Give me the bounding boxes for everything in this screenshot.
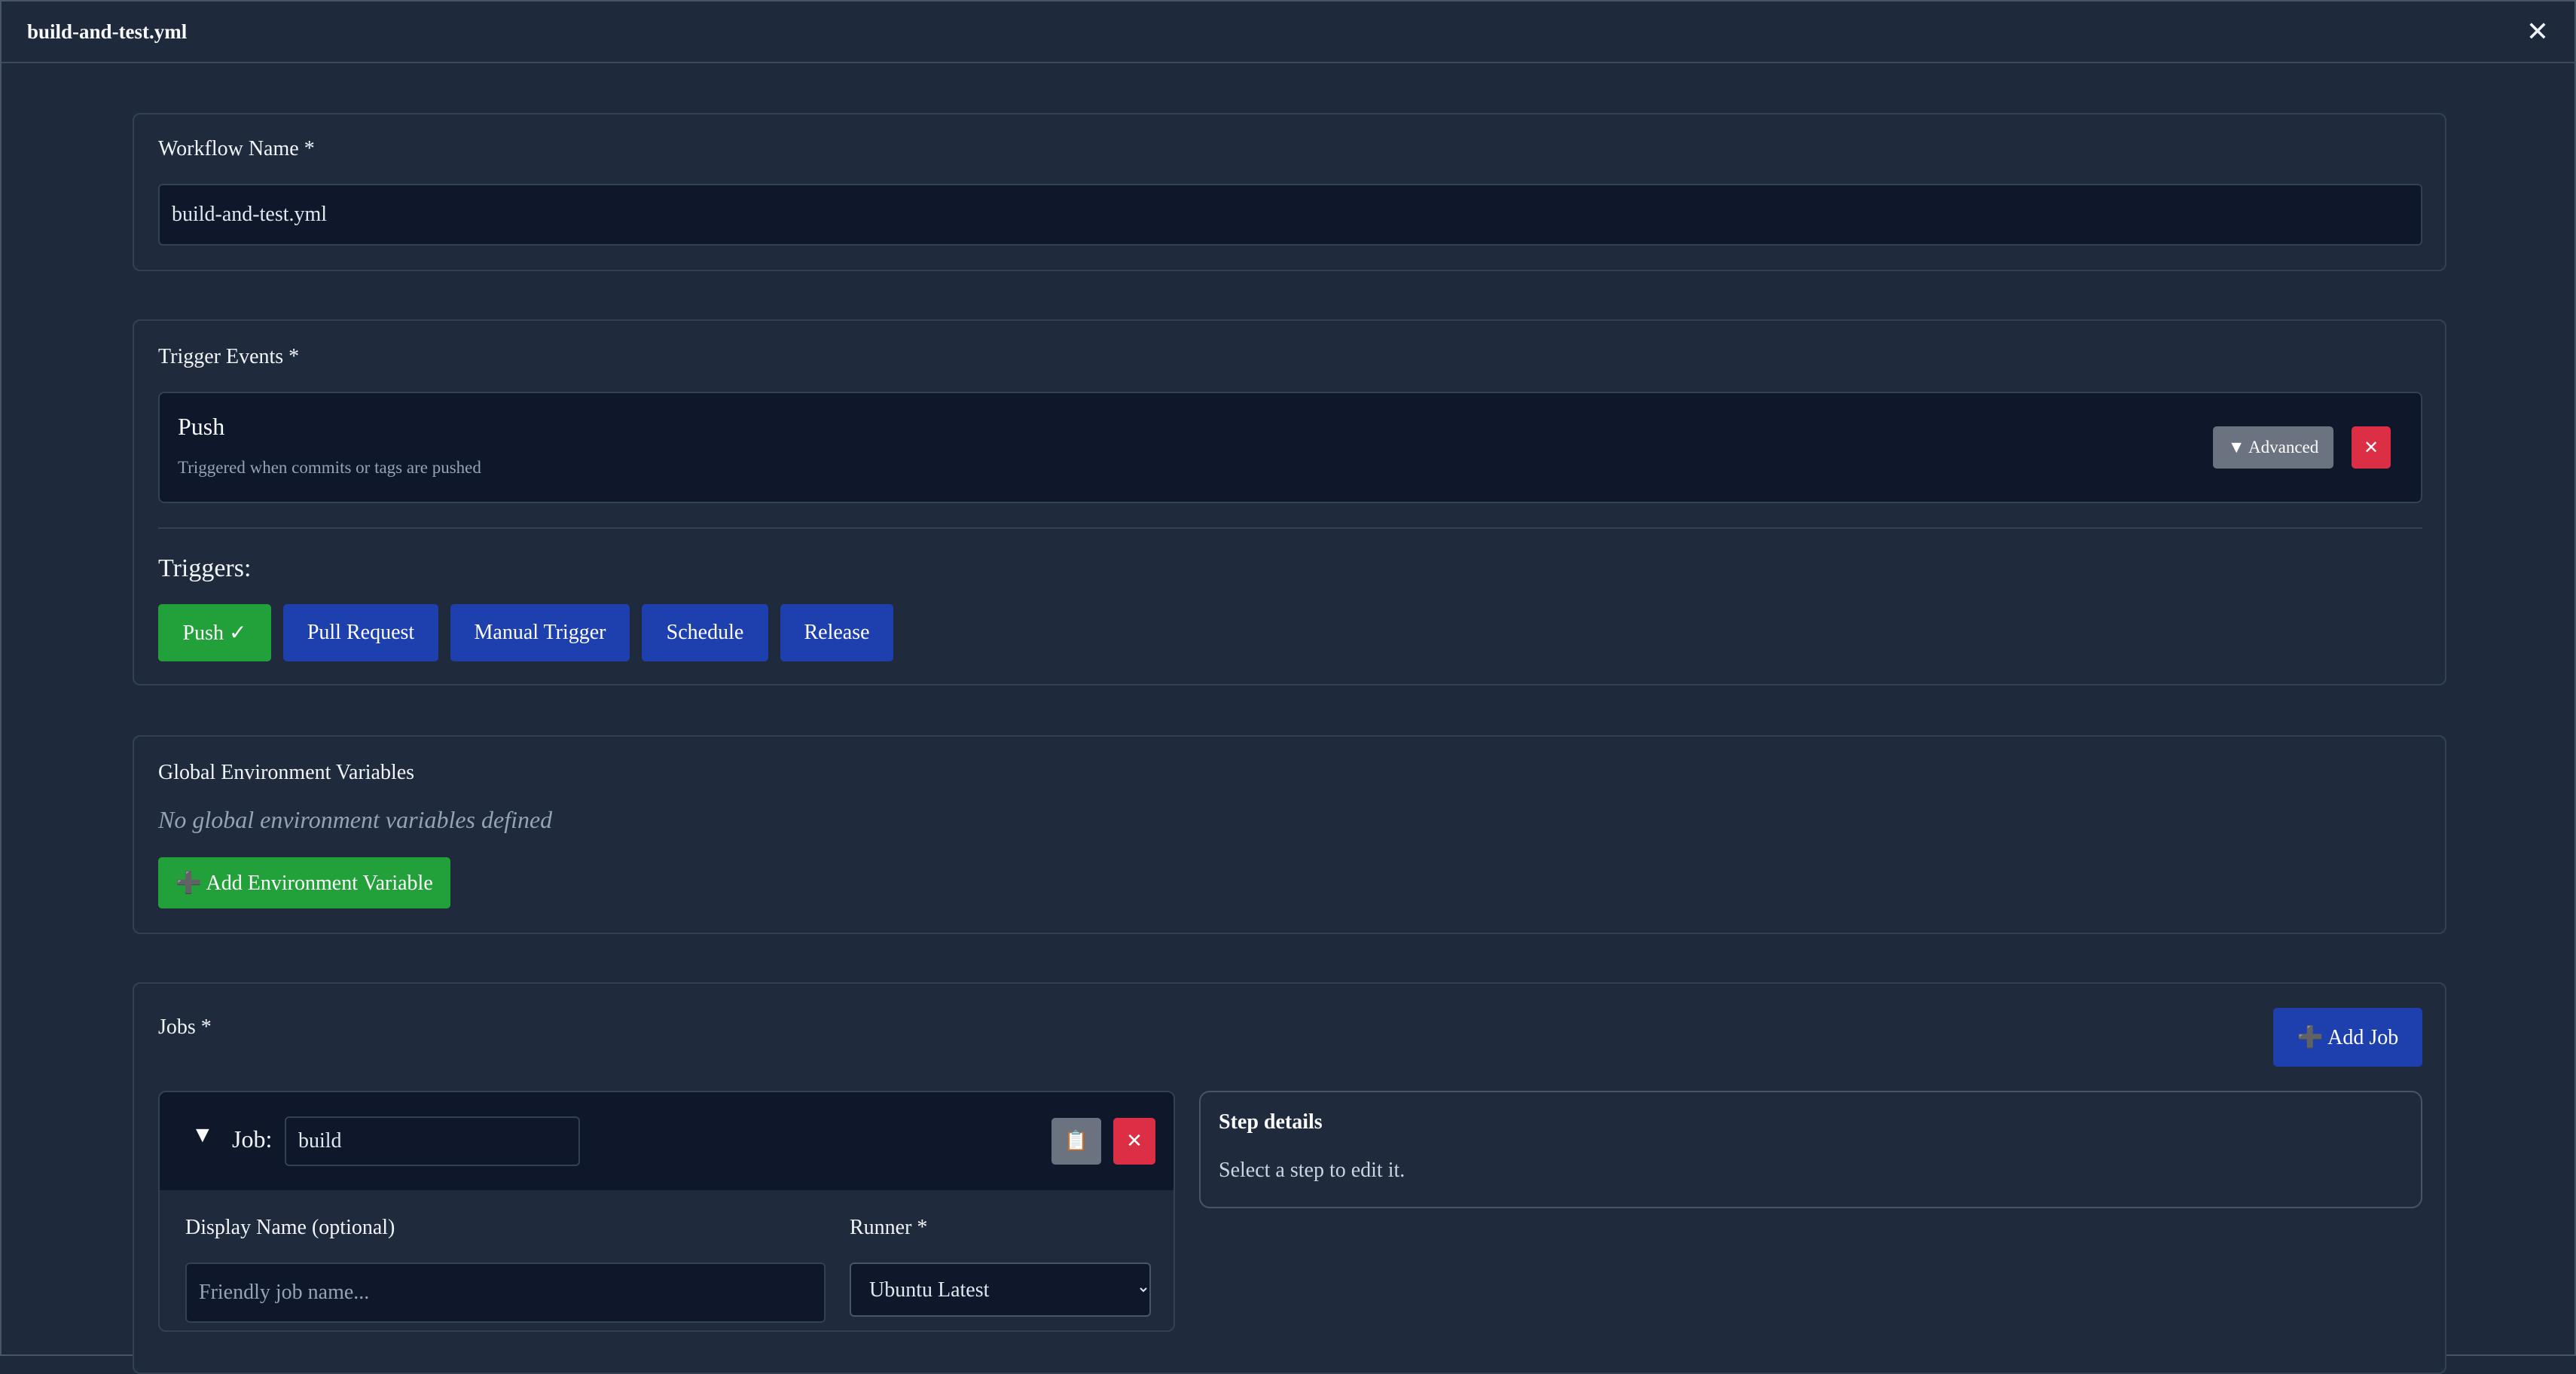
workflow-editor-window: build-and-test.yml ✕ Workflow Name * Tri… <box>0 0 2576 1374</box>
selected-trigger-name: Push <box>178 413 225 440</box>
step-details-hint: Select a step to edit it. <box>1219 1159 1406 1182</box>
close-icon[interactable]: ✕ <box>2526 18 2549 45</box>
global-env-card: Global Environment Variables No global e… <box>133 735 2446 934</box>
window-title: build-and-test.yml <box>27 20 188 43</box>
remove-job-button[interactable]: ✕ <box>1113 1118 1155 1165</box>
title-bar: build-and-test.yml ✕ <box>2 2 2574 63</box>
display-name-input[interactable] <box>185 1263 826 1323</box>
jobs-card: Jobs * ➕ Add Job ▼ Job: 📋 ✕ Display Name… <box>133 982 2446 1374</box>
trigger-events-label: Trigger Events * <box>158 345 300 368</box>
global-env-empty-text: No global environment variables defined <box>158 806 553 833</box>
step-details-panel: Step details Select a step to edit it. <box>1199 1091 2422 1208</box>
trigger-option-manual-trigger[interactable]: Manual Trigger <box>450 604 630 661</box>
job-header: ▼ Job: 📋 ✕ <box>160 1092 1174 1190</box>
divider <box>158 527 2422 529</box>
advanced-toggle-button[interactable]: ▼ Advanced <box>2213 426 2333 469</box>
jobs-label: Jobs * <box>158 1015 212 1039</box>
add-environment-variable-button[interactable]: ➕ Add Environment Variable <box>158 857 450 908</box>
job-name-input[interactable] <box>285 1116 580 1166</box>
step-details-title: Step details <box>1219 1110 1323 1134</box>
workflow-name-label: Workflow Name * <box>158 137 315 160</box>
collapse-chevron-icon[interactable]: ▼ <box>191 1122 214 1148</box>
runner-label: Runner * <box>850 1216 928 1239</box>
selected-trigger-push: Push Triggered when commits or tags are … <box>158 392 2422 503</box>
selected-trigger-description: Triggered when commits or tags are pushe… <box>178 458 481 477</box>
display-name-label: Display Name (optional) <box>185 1216 395 1239</box>
job-prefix-label: Job: <box>232 1125 273 1153</box>
workflow-name-input[interactable] <box>158 184 2422 246</box>
trigger-option-pull-request[interactable]: Pull Request <box>283 604 438 661</box>
trigger-option-schedule[interactable]: Schedule <box>642 604 768 661</box>
duplicate-job-button[interactable]: 📋 <box>1051 1118 1101 1165</box>
remove-trigger-button[interactable]: ✕ <box>2352 426 2391 469</box>
trigger-option-release[interactable]: Release <box>780 604 893 661</box>
add-job-button[interactable]: ➕ Add Job <box>2273 1008 2422 1067</box>
runner-select[interactable]: Ubuntu Latest <box>850 1263 1151 1317</box>
trigger-option-push[interactable]: Push ✓ <box>158 604 271 661</box>
global-env-label: Global Environment Variables <box>158 761 415 784</box>
triggers-heading: Triggers: <box>158 554 252 582</box>
workflow-name-card: Workflow Name * <box>133 113 2446 271</box>
job-panel-build: ▼ Job: 📋 ✕ Display Name (optional) Runne… <box>158 1091 1175 1332</box>
trigger-events-card: Trigger Events * Push Triggered when com… <box>133 319 2446 685</box>
